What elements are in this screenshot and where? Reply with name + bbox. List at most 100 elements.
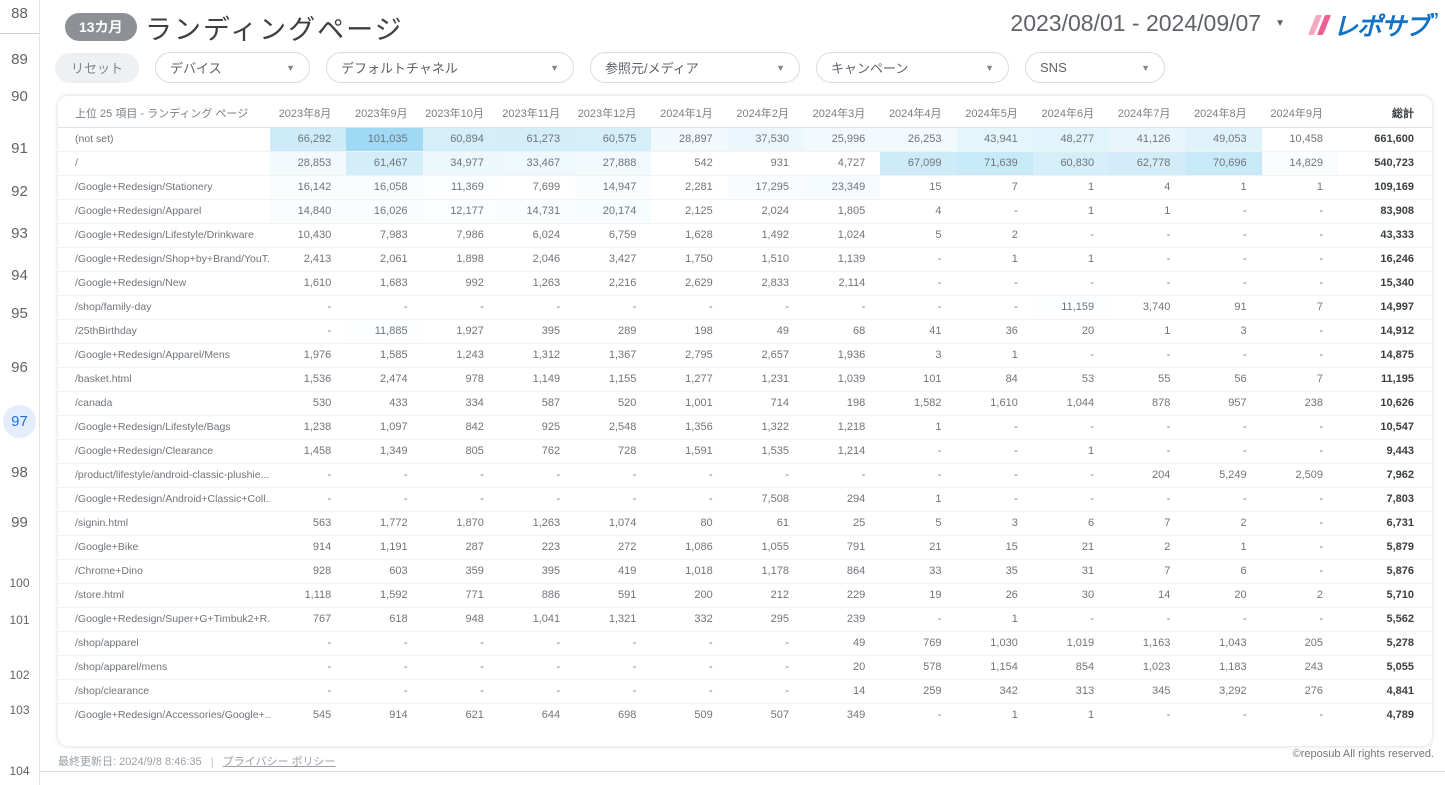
value-cell: 21 [880, 535, 956, 559]
column-header[interactable]: 2024年4月 [880, 100, 956, 127]
page-nav-item-96[interactable]: 96 [0, 356, 39, 378]
column-header[interactable]: 2024年2月 [728, 100, 804, 127]
value-cell: 509 [651, 703, 727, 727]
page-nav-item-92[interactable]: 92 [0, 180, 39, 202]
filter-dropdown-campaign[interactable]: キャンペーン▼ [816, 52, 1009, 83]
page-nav-item-98[interactable]: 98 [0, 461, 39, 483]
value-cell: 864 [804, 559, 880, 583]
total-cell: 5,876 [1338, 559, 1432, 583]
value-cell: 1 [1185, 535, 1261, 559]
column-header[interactable]: 2024年1月 [651, 100, 727, 127]
column-header[interactable]: 2024年3月 [804, 100, 880, 127]
value-cell: 914 [270, 535, 346, 559]
landing-page-table: 上位 25 項目 - ランディング ページ2023年8月2023年9月2023年… [58, 100, 1432, 727]
page-nav-item-89[interactable]: 89 [0, 48, 39, 70]
total-cell: 5,278 [1338, 631, 1432, 655]
filter-dropdown-default-channel[interactable]: デフォルトチャネル▼ [326, 52, 574, 83]
date-range-picker[interactable]: 2023/08/01 - 2024/09/07 ▼ [1010, 10, 1285, 37]
value-cell: 1,183 [1185, 655, 1261, 679]
corner-header[interactable]: 上位 25 項目 - ランディング ページ [58, 100, 270, 127]
page-nav-item-91[interactable]: 91 [0, 137, 39, 159]
value-cell: - [575, 655, 651, 679]
value-cell: 5 [880, 223, 956, 247]
page-nav-item-99[interactable]: 99 [0, 511, 39, 533]
value-cell: 3 [1185, 319, 1261, 343]
page-nav-item-102[interactable]: 102 [0, 664, 39, 686]
privacy-policy-link[interactable]: プライバシー ポリシー [223, 756, 336, 768]
value-cell: - [1185, 415, 1261, 439]
column-header[interactable]: 2024年6月 [1033, 100, 1109, 127]
page-nav-item-93[interactable]: 93 [0, 222, 39, 244]
value-cell: - [1185, 703, 1261, 727]
value-cell: 4 [1109, 175, 1185, 199]
page-nav-item-95[interactable]: 95 [0, 302, 39, 324]
value-cell: 15 [957, 535, 1033, 559]
page-nav-item-100[interactable]: 100 [0, 572, 39, 594]
column-header[interactable]: 2023年11月 [499, 100, 575, 127]
value-cell: 1,243 [423, 343, 499, 367]
reset-button[interactable]: リセット [55, 53, 139, 83]
value-cell: 1,086 [651, 535, 727, 559]
value-cell: 205 [1262, 631, 1338, 655]
value-cell: - [346, 295, 422, 319]
value-cell: 20,174 [575, 199, 651, 223]
column-header[interactable]: 2024年8月 [1185, 100, 1261, 127]
value-cell: 33,467 [499, 151, 575, 175]
chevron-down-icon: ▼ [776, 63, 785, 73]
column-header[interactable]: 総計 [1338, 100, 1432, 127]
page-nav-item-94[interactable]: 94 [0, 264, 39, 286]
value-cell: 1,936 [804, 343, 880, 367]
column-header[interactable]: 2024年5月 [957, 100, 1033, 127]
table-row: /Google+Redesign/Lifestyle/Bags1,2381,09… [58, 415, 1432, 439]
page-nav-item-101[interactable]: 101 [0, 609, 39, 631]
page-nav-item-104[interactable]: 104 [0, 760, 39, 782]
filter-bar: リセット デバイス▼ デフォルトチャネル▼ 参照元/メディア▼ キャンペーン▼ SNS▼ [55, 52, 1165, 83]
page-nav-item-88[interactable]: 88 [0, 2, 39, 24]
value-cell: - [575, 295, 651, 319]
row-label: /Google+Redesign/Android+Classic+Coll... [58, 487, 270, 511]
value-cell: 1,155 [575, 367, 651, 391]
total-cell: 5,562 [1338, 607, 1432, 631]
value-cell: 349 [804, 703, 880, 727]
value-cell: 2,061 [346, 247, 422, 271]
value-cell: - [651, 463, 727, 487]
row-label: /Google+Redesign/Lifestyle/Drinkware [58, 223, 270, 247]
value-cell: 16,026 [346, 199, 422, 223]
column-header[interactable]: 2024年7月 [1109, 100, 1185, 127]
value-cell: 332 [651, 607, 727, 631]
value-cell: 259 [880, 679, 956, 703]
column-header[interactable]: 2023年9月 [346, 100, 422, 127]
value-cell: 41,126 [1109, 127, 1185, 151]
report-canvas: 13カ月 ランディングページ 2023/08/01 - 2024/09/07 ▼… [40, 0, 1445, 785]
value-cell: 578 [880, 655, 956, 679]
filter-dropdown-sns[interactable]: SNS▼ [1025, 52, 1165, 83]
value-cell: 1,591 [651, 439, 727, 463]
filter-dropdown-source-medium[interactable]: 参照元/メディア▼ [590, 52, 800, 83]
table-row: /Google+Redesign/Apparel/Mens1,9761,5851… [58, 343, 1432, 367]
value-cell: 1,154 [957, 655, 1033, 679]
filter-dropdown-device[interactable]: デバイス▼ [155, 52, 310, 83]
column-header[interactable]: 2023年10月 [423, 100, 499, 127]
column-header[interactable]: 2023年8月 [270, 100, 346, 127]
table-row: /28,85361,46734,97733,46727,8885429314,7… [58, 151, 1432, 175]
column-header[interactable]: 2023年12月 [575, 100, 651, 127]
value-cell: - [1033, 607, 1109, 631]
value-cell: - [575, 631, 651, 655]
value-cell: 2,657 [728, 343, 804, 367]
value-cell: - [575, 487, 651, 511]
page-nav-item-90[interactable]: 90 [0, 85, 39, 107]
value-cell: - [346, 487, 422, 511]
column-header[interactable]: 2024年9月 [1262, 100, 1338, 127]
page-nav-item-103[interactable]: 103 [0, 699, 39, 721]
value-cell: 33 [880, 559, 956, 583]
table-row: /Google+Redesign/Accessories/Google+...5… [58, 703, 1432, 727]
row-label: / [58, 151, 270, 175]
value-cell: 1,277 [651, 367, 727, 391]
table-card: 上位 25 項目 - ランディング ページ2023年8月2023年9月2023年… [58, 96, 1432, 746]
value-cell: - [270, 463, 346, 487]
value-cell: 359 [423, 559, 499, 583]
page-nav-item-97[interactable]: 97 [3, 405, 36, 438]
value-cell: - [423, 679, 499, 703]
value-cell: - [880, 439, 956, 463]
value-cell: 842 [423, 415, 499, 439]
